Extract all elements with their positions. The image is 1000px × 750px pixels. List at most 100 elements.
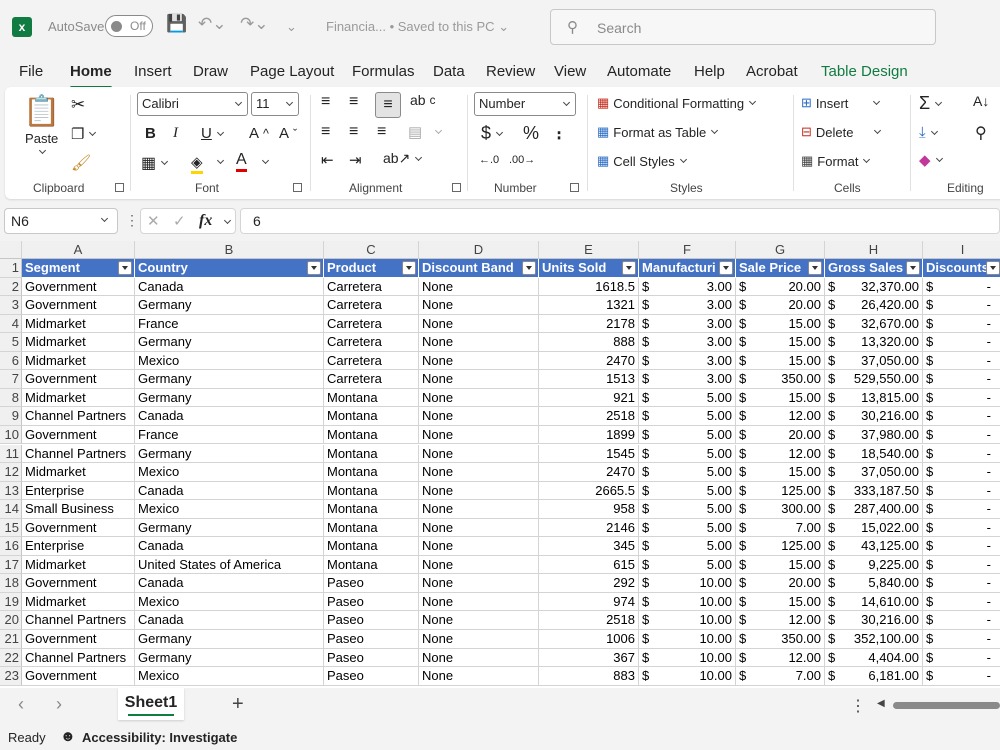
table-cell[interactable]: $12.00	[736, 407, 825, 426]
table-cell[interactable]: $15.00	[736, 333, 825, 352]
tab-page-layout[interactable]: Page Layout	[250, 63, 334, 80]
table-cell[interactable]: $529,550.00	[825, 370, 923, 389]
table-cell[interactable]: $ -	[923, 463, 1000, 482]
table-header-cell[interactable]: Discount Band	[419, 259, 539, 278]
tab-automate[interactable]: Automate	[607, 63, 671, 80]
table-cell[interactable]: $32,670.00	[825, 314, 923, 334]
table-cell[interactable]: $15,022.00	[825, 518, 923, 538]
search-box[interactable]: ⚲ Search	[550, 9, 936, 45]
table-cell[interactable]: Paseo	[324, 574, 419, 593]
row-header[interactable]: 20	[0, 611, 22, 630]
fill-icon[interactable]: ⤓	[919, 124, 938, 141]
chevron-down-icon[interactable]	[261, 156, 270, 165]
font-name-select[interactable]: Calibri	[137, 92, 248, 116]
clear-icon[interactable]: ◆	[919, 151, 943, 169]
table-cell[interactable]: $300.00	[736, 500, 825, 519]
table-cell[interactable]: None	[419, 333, 539, 352]
table-cell[interactable]: None	[419, 592, 539, 612]
select-all-corner[interactable]	[0, 241, 22, 259]
table-cell[interactable]: $ -	[923, 278, 1000, 297]
alignment-launcher-icon[interactable]	[452, 183, 461, 192]
table-cell[interactable]: $ -	[923, 370, 1000, 389]
table-cell[interactable]: Midmarket	[22, 555, 135, 575]
table-cell[interactable]: Germany	[135, 518, 324, 538]
more-options-icon[interactable]: ⋮	[125, 212, 139, 229]
table-cell[interactable]: Enterprise	[22, 481, 135, 501]
table-cell[interactable]: Mexico	[135, 351, 324, 371]
table-cell[interactable]: France	[135, 425, 324, 445]
formula-input[interactable]: 6	[240, 208, 1000, 234]
table-cell[interactable]: None	[419, 370, 539, 389]
table-cell[interactable]: Midmarket	[22, 388, 135, 408]
table-cell[interactable]: Government	[22, 630, 135, 649]
table-cell[interactable]: None	[419, 296, 539, 315]
table-cell[interactable]: Montana	[324, 537, 419, 556]
table-cell[interactable]: Carretera	[324, 277, 419, 297]
table-cell[interactable]: $12.00	[736, 611, 825, 630]
row-header[interactable]: 8	[0, 388, 22, 408]
tab-home[interactable]: Home	[70, 63, 112, 89]
column-header[interactable]: B	[135, 241, 324, 259]
number-format-select[interactable]: Number	[474, 92, 576, 116]
tab-draw[interactable]: Draw	[193, 63, 228, 80]
table-cell[interactable]: $15.00	[736, 463, 825, 482]
name-box[interactable]: N6	[4, 208, 118, 234]
table-cell[interactable]: Paseo	[324, 648, 419, 668]
row-header[interactable]: 22	[0, 648, 22, 668]
table-cell[interactable]: Paseo	[324, 611, 419, 630]
table-cell[interactable]: Canada	[135, 277, 324, 297]
table-cell[interactable]: Government	[22, 277, 135, 297]
filter-dropdown-icon[interactable]	[402, 261, 416, 275]
table-cell[interactable]: Germany	[135, 296, 324, 315]
table-cell[interactable]: None	[419, 481, 539, 501]
table-cell[interactable]: $37,050.00	[825, 351, 923, 371]
table-cell[interactable]: $ -	[923, 296, 1000, 315]
cut-icon[interactable]: ✂	[71, 95, 85, 115]
insert-cells-button[interactable]: ⊞ Insert	[801, 95, 881, 111]
row-header[interactable]: 3	[0, 296, 22, 315]
delete-cells-button[interactable]: ⊟ Delete	[801, 124, 882, 140]
table-cell[interactable]: None	[419, 518, 539, 538]
wrap-text-icon[interactable]: ab c	[410, 92, 435, 108]
add-sheet-icon[interactable]: +	[232, 693, 244, 716]
increase-indent-icon[interactable]: ⇥	[349, 151, 362, 169]
merge-center-icon[interactable]: ▤	[408, 123, 443, 141]
table-cell[interactable]: $ -	[923, 352, 1000, 371]
table-cell[interactable]: Government	[22, 296, 135, 315]
table-cell[interactable]: 2518	[539, 407, 639, 426]
chevron-down-icon[interactable]	[223, 216, 232, 225]
align-center-icon[interactable]: ≡	[349, 123, 358, 141]
column-header[interactable]: A	[22, 241, 135, 259]
tab-data[interactable]: Data	[433, 63, 465, 80]
table-cell[interactable]: $125.00	[736, 481, 825, 501]
table-cell[interactable]: None	[419, 407, 539, 426]
table-cell[interactable]: $18,540.00	[825, 444, 923, 463]
table-cell[interactable]: Canada	[135, 574, 324, 593]
table-cell[interactable]: Midmarket	[22, 333, 135, 352]
table-cell[interactable]: 888	[539, 333, 639, 352]
table-cell[interactable]: $ -	[923, 667, 1000, 686]
table-cell[interactable]: Paseo	[324, 592, 419, 612]
row-header[interactable]: 4	[0, 314, 22, 334]
horizontal-scrollbar[interactable]	[893, 702, 1000, 709]
format-painter-icon[interactable]: 🖌	[71, 153, 91, 173]
decrease-decimal-icon[interactable]: .00→	[509, 154, 535, 166]
table-cell[interactable]: 2470	[539, 351, 639, 371]
table-cell[interactable]: $ -	[923, 574, 1000, 593]
chevron-down-icon[interactable]	[216, 156, 225, 165]
table-cell[interactable]: None	[419, 500, 539, 519]
table-header-cell[interactable]: Country	[135, 259, 324, 278]
table-cell[interactable]: $10.00	[639, 574, 736, 593]
table-cell[interactable]: $15.00	[736, 314, 825, 334]
table-cell[interactable]: $9,225.00	[825, 555, 923, 575]
underline-button[interactable]: U	[201, 125, 224, 142]
table-header-cell[interactable]: Product	[324, 259, 419, 278]
table-cell[interactable]: 367	[539, 648, 639, 668]
table-cell[interactable]: $15.00	[736, 351, 825, 371]
table-cell[interactable]: $ -	[923, 630, 1000, 649]
tab-help[interactable]: Help	[694, 63, 725, 80]
row-header[interactable]: 5	[0, 333, 22, 352]
row-header[interactable]: 13	[0, 481, 22, 501]
table-cell[interactable]: $3.00	[639, 351, 736, 371]
table-cell[interactable]: $13,815.00	[825, 388, 923, 408]
